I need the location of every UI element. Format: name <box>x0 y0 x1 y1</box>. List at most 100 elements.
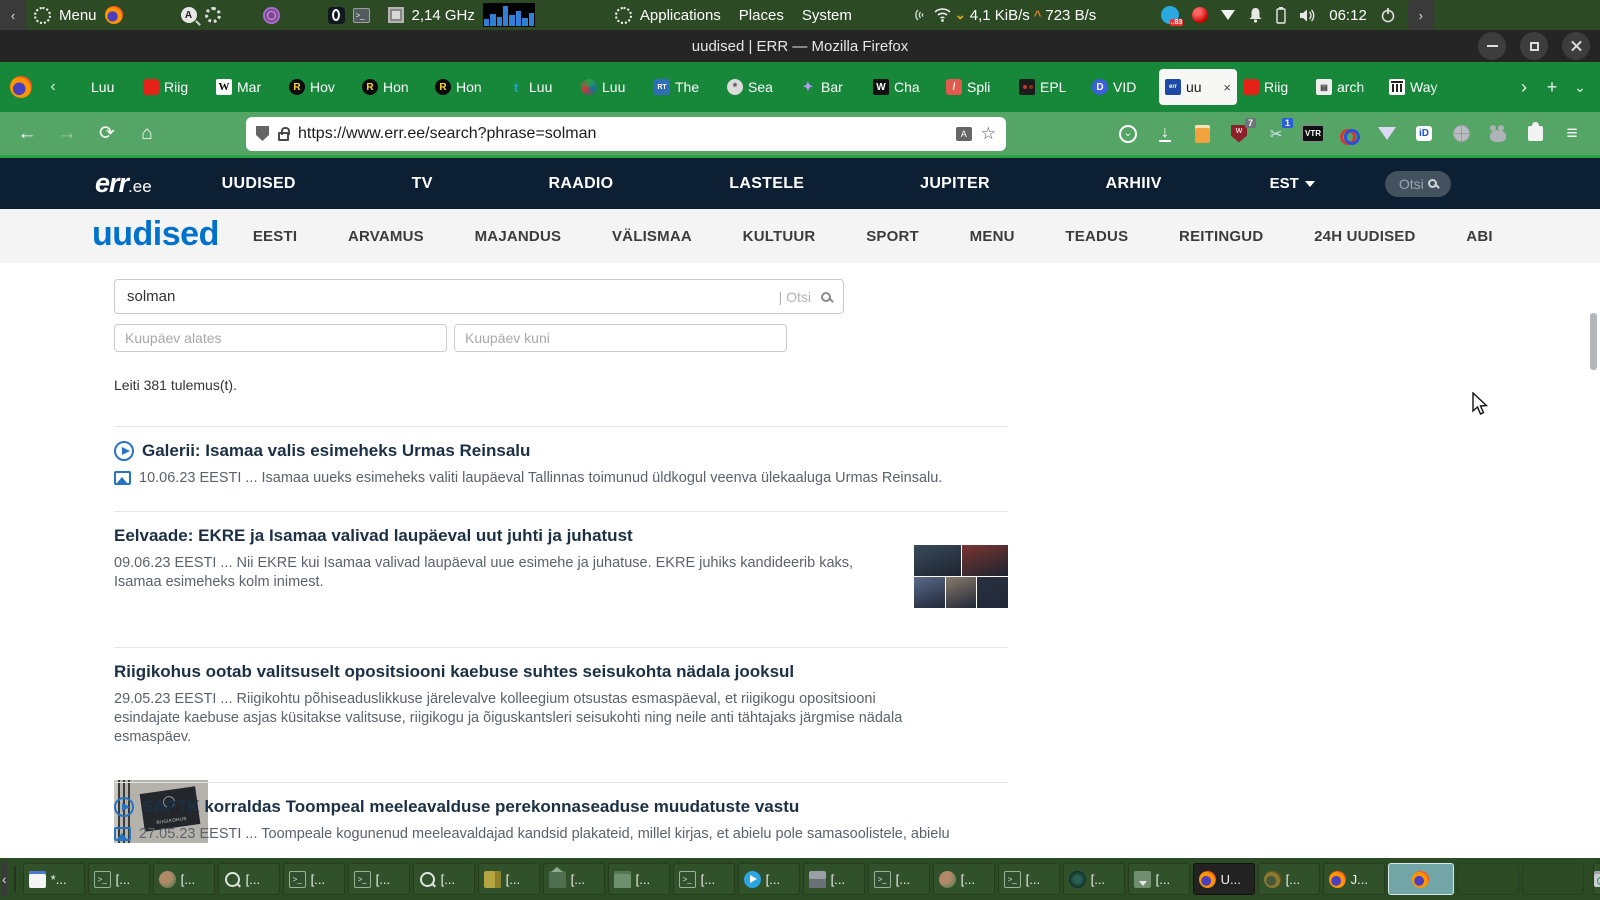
browser-tab[interactable]: Riig <box>137 69 210 105</box>
scrollbar-thumb[interactable] <box>1590 313 1597 370</box>
browser-tab[interactable]: ▤ arch <box>1310 69 1383 105</box>
bell-icon[interactable] <box>1248 7 1263 23</box>
applications-menu[interactable]: Applications <box>614 6 721 24</box>
err-nav-arhiiv[interactable]: ARHIIV <box>1106 175 1162 193</box>
subnav-teadus[interactable]: TEADUS <box>1065 228 1128 245</box>
window-button-terminal[interactable]: >_ [... <box>347 863 410 895</box>
language-selector[interactable]: EST <box>1270 175 1315 192</box>
opera-icon[interactable] <box>327 6 345 24</box>
new-tab-button[interactable]: + <box>1538 77 1566 98</box>
subnav-kultuur[interactable]: KULTUUR <box>743 228 816 245</box>
browser-tab[interactable]: * Sea <box>721 69 794 105</box>
url-text[interactable]: https://www.err.ee/search?phrase=solman <box>298 125 947 143</box>
window-button-terminal[interactable]: >_ [... <box>997 863 1060 895</box>
subnav-abi[interactable]: ABI <box>1466 228 1492 245</box>
window-button-search[interactable]: [... <box>217 863 280 895</box>
window-button-home[interactable]: [... <box>542 863 605 895</box>
subnav-24h-uudised[interactable]: 24H UUDISED <box>1314 228 1415 245</box>
err-logo[interactable]: err.ee <box>95 168 152 199</box>
battery-icon[interactable] <box>1276 6 1286 24</box>
scroll-tabs-right-button[interactable]: › <box>1510 77 1538 98</box>
subnav-reitingud[interactable]: REITINGUD <box>1179 228 1263 245</box>
result-title[interactable]: SAPTK korraldas Toompeal meeleavalduse p… <box>142 797 799 817</box>
browser-tab[interactable]: Riig <box>1237 69 1310 105</box>
browser-tab[interactable]: W Cha <box>867 69 940 105</box>
power-icon[interactable] <box>1380 7 1396 23</box>
window-button-terminal[interactable]: >_ [... <box>867 863 930 895</box>
vtr-extension-icon[interactable]: VTR <box>1302 123 1324 145</box>
browser-tab[interactable]: t Luu <box>502 69 575 105</box>
result-snippet[interactable]: 27.05.23 EESTI ... Toompeale kogunenud m… <box>139 825 950 844</box>
shield-extension-icon[interactable]: w7 <box>1228 117 1256 145</box>
downloads-extension-icon[interactable]: ↓ <box>1154 123 1176 145</box>
workspace-switcher[interactable] <box>13 866 16 892</box>
tracking-shield-icon[interactable] <box>256 126 269 141</box>
window-button-terminal[interactable]: >_ [... <box>87 863 150 895</box>
window-button-telegram[interactable]: [... <box>737 863 800 895</box>
err-nav-raadio[interactable]: RAADIO <box>549 175 614 193</box>
result-thumbnail[interactable] <box>914 545 1008 608</box>
browser-tab[interactable]: W Mar <box>210 69 283 105</box>
network-strength-icon[interactable] <box>1221 10 1236 20</box>
browser-tab[interactable]: D VID <box>1086 69 1159 105</box>
search-input[interactable] <box>127 288 779 305</box>
translate-icon[interactable]: A <box>955 126 972 141</box>
back-button[interactable]: ← <box>10 123 44 145</box>
subnav-majandus[interactable]: MAJANDUS <box>475 228 562 245</box>
menu-button[interactable]: Menu <box>34 6 123 24</box>
window-button-firefox[interactable]: J... <box>1322 863 1385 895</box>
window-button-eye[interactable]: [... <box>1062 863 1125 895</box>
err-nav-lastele[interactable]: LASTELE <box>729 175 804 193</box>
window-button-sphere[interactable]: [... <box>932 863 995 895</box>
result-title[interactable]: Riigikohus ootab valitsuselt opositsioon… <box>114 662 794 682</box>
forward-button[interactable]: → <box>50 123 84 145</box>
triangle-extension-icon[interactable] <box>1376 123 1398 145</box>
window-button-terminal[interactable]: >_ [... <box>282 863 345 895</box>
result-snippet[interactable]: 09.06.23 EESTI ... Nii EKRE kui Isamaa v… <box>114 554 904 592</box>
result-title[interactable]: Eelvaade: EKRE ja Isamaa valivad laupäev… <box>114 526 633 546</box>
err-nav-jupiter[interactable]: JUPITER <box>920 175 990 193</box>
window-button-files[interactable]: [... <box>477 863 540 895</box>
notes-extension-icon[interactable] <box>1191 123 1213 145</box>
puzzle-extension-icon[interactable] <box>1524 122 1546 145</box>
browser-tab[interactable]: RT The <box>648 69 721 105</box>
tor-browser-icon[interactable] <box>262 6 280 24</box>
window-button-firefox-dim[interactable]: [... <box>1257 863 1320 895</box>
err-nav-tv[interactable]: TV <box>412 175 433 193</box>
close-button[interactable] <box>1562 32 1590 60</box>
browser-tab[interactable]: R Hon <box>356 69 429 105</box>
window-button-notes[interactable]: *... <box>22 863 85 895</box>
window-button-firefox[interactable] <box>1387 863 1454 895</box>
taskbar-left-chevron[interactable]: ‹ <box>2 861 7 897</box>
terminal-launcher-icon[interactable]: >_ <box>352 7 370 23</box>
search-submit-icon[interactable] <box>821 291 831 302</box>
firefox-launcher-icon[interactable] <box>104 6 123 24</box>
result-snippet[interactable]: 29.05.23 EESTI ... Riigikohtu põhiseadus… <box>114 690 904 747</box>
window-button-firefox[interactable]: U... <box>1192 863 1255 895</box>
paw-extension-icon[interactable] <box>1487 123 1509 145</box>
browser-tab[interactable]: Luu <box>64 69 137 105</box>
url-bar[interactable]: https://www.err.ee/search?phrase=solman … <box>246 116 1006 151</box>
panel-collapse-chevron[interactable]: ‹ <box>0 0 26 30</box>
recorder-tray-icon[interactable] <box>1192 7 1209 23</box>
reload-button[interactable]: ⟳ <box>90 122 124 145</box>
id-extension-icon[interactable]: iD <box>1413 123 1435 145</box>
clipper-extension-icon[interactable]: ✂ 1 <box>1265 117 1293 145</box>
menu-extension-icon[interactable]: ≡ <box>1561 123 1583 145</box>
uudised-logo[interactable]: uudised <box>92 217 219 251</box>
links-extension-icon[interactable] <box>1339 123 1361 145</box>
browser-tab[interactable]: ✦ Bar <box>794 69 867 105</box>
home-button[interactable]: ⌂ <box>130 123 164 145</box>
date-from-input[interactable] <box>114 324 447 352</box>
window-button-terminal[interactable]: >_ [... <box>672 863 735 895</box>
window-button-archive[interactable]: [... <box>1127 863 1190 895</box>
browser-tab[interactable]: Luu <box>575 69 648 105</box>
window-button-sphere[interactable]: [... <box>152 863 215 895</box>
subnav-sport[interactable]: SPORT <box>866 228 919 245</box>
lock-icon[interactable] <box>278 126 290 141</box>
window-button-building[interactable]: [... <box>802 863 865 895</box>
chat-tray-icon[interactable]: ..83 <box>1161 6 1184 26</box>
bookmark-star-icon[interactable]: ☆ <box>981 124 996 144</box>
result-snippet[interactable]: 10.06.23 EESTI ... Isamaa uueks esimehek… <box>139 469 942 488</box>
pocket-extension-icon[interactable]: ⌄ <box>1117 123 1139 145</box>
